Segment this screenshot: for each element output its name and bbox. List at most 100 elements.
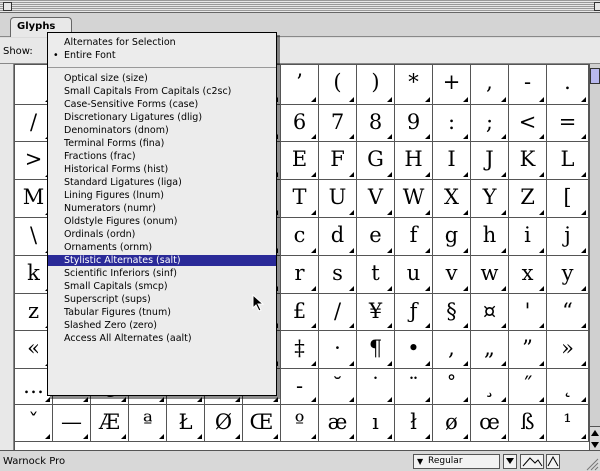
glyph-cell[interactable]: f [395,218,433,256]
glyph-cell[interactable]: - [509,65,547,105]
glyph-cell[interactable]: i [509,218,547,256]
menu-item[interactable]: Access All Alternates (aalt) [48,333,276,344]
menu-item[interactable]: Stylistic Alternates (salt) [48,255,276,266]
glyph-cell[interactable]: ¸ [471,369,509,405]
glyph-cell[interactable]: 8 [357,105,395,142]
menu-item[interactable]: Optical size (size) [48,73,276,84]
menu-item[interactable]: Ornaments (ornm) [48,242,276,253]
glyph-cell[interactable]: I [433,142,471,180]
glyph-cell[interactable]: ¥ [357,294,395,331]
glyph-cell[interactable]: r [281,256,319,294]
menu-item[interactable]: Superscript (sups) [48,294,276,305]
menu-item[interactable]: Small Capitals (smcp) [48,281,276,292]
menu-item[interactable]: Oldstyle Figures (onum) [48,216,276,227]
glyph-cell[interactable]: : [433,105,471,142]
glyph-cell[interactable]: H [395,142,433,180]
glyph-cell[interactable]: 7 [319,105,357,142]
glyph-cell[interactable]: ª [129,405,167,442]
glyph-cell[interactable]: y [547,256,589,294]
glyph-cell[interactable]: ˙ [357,369,395,405]
glyph-cell[interactable]: / [319,294,357,331]
menu-item[interactable]: Standard Ligatures (liga) [48,177,276,188]
glyph-cell[interactable]: d [319,218,357,256]
glyph-cell[interactable]: F [319,142,357,180]
menu-item[interactable]: Tabular Figures (tnum) [48,307,276,318]
glyph-cell[interactable]: ) [357,65,395,105]
glyph-cell[interactable]: x [509,256,547,294]
glyph-cell[interactable]: ß [509,405,547,442]
glyph-cell[interactable]: ” [509,331,547,369]
menu-item[interactable]: Numerators (numr) [48,203,276,214]
menu-item[interactable]: Terminal Forms (fina) [48,138,276,149]
glyph-cell[interactable]: ¤ [471,294,509,331]
font-name-field[interactable]: Warnock Pro [3,456,65,467]
glyph-cell[interactable]: W [395,180,433,218]
glyph-cell[interactable]: º [281,405,319,442]
glyph-cell[interactable]: V [357,180,395,218]
glyph-cell[interactable]: + [433,65,471,105]
glyph-cell[interactable]: K [509,142,547,180]
glyph-cell[interactable]: u [395,256,433,294]
glyph-cell[interactable]: G [357,142,395,180]
glyph-cell[interactable]: » [547,331,589,369]
glyph-cell[interactable]: ø [433,405,471,442]
glyph-cell[interactable]: æ [319,405,357,442]
glyph-cell[interactable]: Ø [205,405,243,442]
glyph-cell[interactable]: T [281,180,319,218]
glyph-cell[interactable]: 9 [395,105,433,142]
glyph-cell[interactable]: . [547,65,589,105]
menu-item[interactable]: Fractions (frac) [48,151,276,162]
glyph-cell[interactable]: · [319,331,357,369]
glyph-cell[interactable]: • [395,331,433,369]
glyph-cell[interactable]: œ [471,405,509,442]
glyph-cell[interactable]: ˘ [319,369,357,405]
glyph-cell[interactable]: ˚ [433,369,471,405]
menu-item[interactable]: Discretionary Ligatures (dlig) [48,112,276,123]
glyph-cell[interactable]: £ [281,294,319,331]
glyph-cell[interactable]: Y [471,180,509,218]
glyph-cell[interactable]: ‡ [281,331,319,369]
glyph-cell[interactable]: ; [471,105,509,142]
glyph-cell[interactable]: “ [547,294,589,331]
glyph-cell[interactable]: t [357,256,395,294]
menu-item[interactable]: Alternates for Selection [48,37,276,48]
scroll-thumb[interactable] [590,68,600,84]
glyph-cell[interactable]: s [319,256,357,294]
menu-item[interactable]: Scientific Inferiors (sinf) [48,268,276,279]
glyph-cell[interactable]: [ [547,180,589,218]
scroll-arrows-icon[interactable] [590,427,600,451]
glyph-cell[interactable]: g [433,218,471,256]
vertical-scrollbar[interactable] [589,64,600,450]
glyph-cell[interactable]: ƒ [395,294,433,331]
menu-item[interactable]: Case-Sensitive Forms (case) [48,99,276,110]
menu-item[interactable]: Small Capitals From Capitals (c2sc) [48,86,276,97]
menu-item[interactable]: Historical Forms (hist) [48,164,276,175]
glyph-cell[interactable]: ¶ [357,331,395,369]
glyph-cell[interactable]: ˇ [15,405,53,442]
glyph-cell[interactable]: „ [471,331,509,369]
glyph-cell[interactable]: Z [509,180,547,218]
window-resize-box-icon[interactable] [594,2,600,11]
glyph-cell[interactable]: J [471,142,509,180]
glyph-cell[interactable]: - [281,369,319,405]
glyph-cell[interactable]: — [53,405,91,442]
glyph-cell[interactable]: ¹ [547,405,589,442]
menu-item[interactable]: Ordinals (ordn) [48,229,276,240]
zoom-menu-button[interactable] [503,454,517,469]
glyph-cell[interactable]: 6 [281,105,319,142]
glyph-cell[interactable]: < [509,105,547,142]
menu-item[interactable]: Denominators (dnom) [48,125,276,136]
glyph-cell[interactable]: L [547,142,589,180]
window-title-bar[interactable] [0,0,600,13]
font-style-popup[interactable]: ▼ Regular [413,454,500,469]
show-dropdown-menu[interactable]: Alternates for Selection • Entire Font Opti… [47,32,277,396]
scroll-arrows[interactable] [590,426,600,450]
glyph-cell[interactable]: E [281,142,319,180]
glyph-cell[interactable]: Æ [91,405,129,442]
glyph-cell[interactable]: ¨ [395,369,433,405]
glyph-cell[interactable]: ( [319,65,357,105]
glyph-cell[interactable]: v [433,256,471,294]
glyph-cell[interactable]: U [319,180,357,218]
glyph-cell[interactable]: , [471,65,509,105]
glyph-cell[interactable]: c [281,218,319,256]
